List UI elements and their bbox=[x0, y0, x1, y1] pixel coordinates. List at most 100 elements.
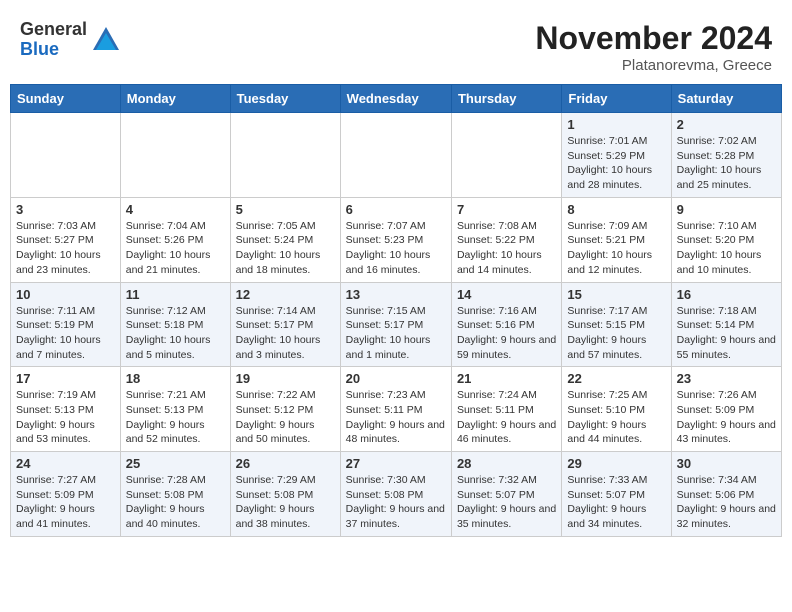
day-info: Sunrise: 7:04 AM Sunset: 5:26 PM Dayligh… bbox=[126, 219, 225, 278]
day-info: Sunrise: 7:27 AM Sunset: 5:09 PM Dayligh… bbox=[16, 473, 115, 532]
logo-general-text: General bbox=[20, 20, 87, 40]
day-number: 28 bbox=[457, 456, 556, 471]
day-info: Sunrise: 7:11 AM Sunset: 5:19 PM Dayligh… bbox=[16, 304, 115, 363]
day-info: Sunrise: 7:12 AM Sunset: 5:18 PM Dayligh… bbox=[126, 304, 225, 363]
weekday-header-tuesday: Tuesday bbox=[230, 85, 340, 113]
day-info: Sunrise: 7:26 AM Sunset: 5:09 PM Dayligh… bbox=[677, 388, 776, 447]
day-number: 10 bbox=[16, 287, 115, 302]
day-number: 12 bbox=[236, 287, 335, 302]
calendar-cell: 22 Sunrise: 7:25 AM Sunset: 5:10 PM Dayli… bbox=[562, 367, 671, 452]
calendar-week-row: 1 Sunrise: 7:01 AM Sunset: 5:29 PM Daylig… bbox=[11, 113, 782, 198]
day-number: 14 bbox=[457, 287, 556, 302]
calendar-table: SundayMondayTuesdayWednesdayThursdayFrid… bbox=[10, 84, 782, 537]
weekday-header-monday: Monday bbox=[120, 85, 230, 113]
page-header: General Blue November 2024 Platanorevma,… bbox=[10, 10, 782, 79]
calendar-cell: 1 Sunrise: 7:01 AM Sunset: 5:29 PM Daylig… bbox=[562, 113, 671, 198]
calendar-cell: 3 Sunrise: 7:03 AM Sunset: 5:27 PM Daylig… bbox=[11, 197, 121, 282]
day-info: Sunrise: 7:22 AM Sunset: 5:12 PM Dayligh… bbox=[236, 388, 335, 447]
calendar-cell: 23 Sunrise: 7:26 AM Sunset: 5:09 PM Dayli… bbox=[671, 367, 781, 452]
day-number: 17 bbox=[16, 371, 115, 386]
day-info: Sunrise: 7:03 AM Sunset: 5:27 PM Dayligh… bbox=[16, 219, 115, 278]
calendar-cell: 16Sunrise: 7:18 AM Sunset: 5:14 PM Dayli… bbox=[671, 282, 781, 367]
day-info: Sunrise: 7:10 AM Sunset: 5:20 PM Dayligh… bbox=[677, 219, 776, 278]
day-number: 8 bbox=[567, 202, 665, 217]
day-number: 9 bbox=[677, 202, 776, 217]
day-info: Sunrise: 7:21 AM Sunset: 5:13 PM Dayligh… bbox=[126, 388, 225, 447]
weekday-header-wednesday: Wednesday bbox=[340, 85, 451, 113]
calendar-cell bbox=[120, 113, 230, 198]
day-number: 18 bbox=[126, 371, 225, 386]
day-number: 19 bbox=[236, 371, 335, 386]
day-info: Sunrise: 7:18 AM Sunset: 5:14 PM Dayligh… bbox=[677, 304, 776, 363]
title-area: November 2024 Platanorevma, Greece bbox=[535, 20, 772, 74]
calendar-cell: 4 Sunrise: 7:04 AM Sunset: 5:26 PM Daylig… bbox=[120, 197, 230, 282]
calendar-cell: 30 Sunrise: 7:34 AM Sunset: 5:06 PM Dayli… bbox=[671, 452, 781, 537]
calendar-cell: 18 Sunrise: 7:21 AM Sunset: 5:13 PM Dayli… bbox=[120, 367, 230, 452]
day-number: 23 bbox=[677, 371, 776, 386]
calendar-cell bbox=[11, 113, 121, 198]
calendar-cell: 17 Sunrise: 7:19 AM Sunset: 5:13 PM Dayli… bbox=[11, 367, 121, 452]
day-number: 20 bbox=[346, 371, 446, 386]
day-number: 21 bbox=[457, 371, 556, 386]
day-number: 3 bbox=[16, 202, 115, 217]
day-info: Sunrise: 7:02 AM Sunset: 5:28 PM Dayligh… bbox=[677, 134, 776, 193]
calendar-cell: 28 Sunrise: 7:32 AM Sunset: 5:07 PM Dayli… bbox=[451, 452, 561, 537]
day-info: Sunrise: 7:07 AM Sunset: 5:23 PM Dayligh… bbox=[346, 219, 446, 278]
calendar-cell bbox=[451, 113, 561, 198]
calendar-cell: 13 Sunrise: 7:15 AM Sunset: 5:17 PM Dayli… bbox=[340, 282, 451, 367]
day-info: Sunrise: 7:33 AM Sunset: 5:07 PM Dayligh… bbox=[567, 473, 665, 532]
calendar-cell bbox=[340, 113, 451, 198]
day-info: Sunrise: 7:05 AM Sunset: 5:24 PM Dayligh… bbox=[236, 219, 335, 278]
calendar-cell: 21 Sunrise: 7:24 AM Sunset: 5:11 PM Dayli… bbox=[451, 367, 561, 452]
calendar-cell: 9 Sunrise: 7:10 AM Sunset: 5:20 PM Daylig… bbox=[671, 197, 781, 282]
day-info: Sunrise: 7:01 AM Sunset: 5:29 PM Dayligh… bbox=[567, 134, 665, 193]
calendar-cell: 14Sunrise: 7:16 AM Sunset: 5:16 PM Dayli… bbox=[451, 282, 561, 367]
logo-blue-text: Blue bbox=[20, 40, 87, 60]
day-info: Sunrise: 7:15 AM Sunset: 5:17 PM Dayligh… bbox=[346, 304, 446, 363]
day-number: 27 bbox=[346, 456, 446, 471]
calendar-cell: 12 Sunrise: 7:14 AM Sunset: 5:17 PM Dayli… bbox=[230, 282, 340, 367]
location: Platanorevma, Greece bbox=[535, 57, 772, 74]
day-number: 24 bbox=[16, 456, 115, 471]
calendar-cell: 26Sunrise: 7:29 AM Sunset: 5:08 PM Dayli… bbox=[230, 452, 340, 537]
day-info: Sunrise: 7:34 AM Sunset: 5:06 PM Dayligh… bbox=[677, 473, 776, 532]
day-info: Sunrise: 7:24 AM Sunset: 5:11 PM Dayligh… bbox=[457, 388, 556, 447]
calendar-cell: 25 Sunrise: 7:28 AM Sunset: 5:08 PM Dayli… bbox=[120, 452, 230, 537]
calendar-week-row: 3 Sunrise: 7:03 AM Sunset: 5:27 PM Daylig… bbox=[11, 197, 782, 282]
day-number: 25 bbox=[126, 456, 225, 471]
day-info: Sunrise: 7:14 AM Sunset: 5:17 PM Dayligh… bbox=[236, 304, 335, 363]
day-number: 30 bbox=[677, 456, 776, 471]
day-info: Sunrise: 7:29 AM Sunset: 5:08 PM Dayligh… bbox=[236, 473, 335, 532]
day-info: Sunrise: 7:25 AM Sunset: 5:10 PM Dayligh… bbox=[567, 388, 665, 447]
logo: General Blue bbox=[20, 20, 121, 60]
day-number: 1 bbox=[567, 117, 665, 132]
day-info: Sunrise: 7:28 AM Sunset: 5:08 PM Dayligh… bbox=[126, 473, 225, 532]
calendar-cell: 24 Sunrise: 7:27 AM Sunset: 5:09 PM Dayli… bbox=[11, 452, 121, 537]
day-number: 5 bbox=[236, 202, 335, 217]
calendar-week-row: 10 Sunrise: 7:11 AM Sunset: 5:19 PM Dayli… bbox=[11, 282, 782, 367]
calendar-cell: 11Sunrise: 7:12 AM Sunset: 5:18 PM Dayli… bbox=[120, 282, 230, 367]
day-number: 22 bbox=[567, 371, 665, 386]
calendar-cell: 10 Sunrise: 7:11 AM Sunset: 5:19 PM Dayli… bbox=[11, 282, 121, 367]
calendar-cell: 6Sunrise: 7:07 AM Sunset: 5:23 PM Daylig… bbox=[340, 197, 451, 282]
calendar-week-row: 17 Sunrise: 7:19 AM Sunset: 5:13 PM Dayli… bbox=[11, 367, 782, 452]
calendar-cell: 15Sunrise: 7:17 AM Sunset: 5:15 PM Dayli… bbox=[562, 282, 671, 367]
day-number: 4 bbox=[126, 202, 225, 217]
day-info: Sunrise: 7:17 AM Sunset: 5:15 PM Dayligh… bbox=[567, 304, 665, 363]
weekday-header-thursday: Thursday bbox=[451, 85, 561, 113]
calendar-cell bbox=[230, 113, 340, 198]
calendar-week-row: 24 Sunrise: 7:27 AM Sunset: 5:09 PM Dayli… bbox=[11, 452, 782, 537]
day-number: 13 bbox=[346, 287, 446, 302]
calendar-cell: 27 Sunrise: 7:30 AM Sunset: 5:08 PM Dayli… bbox=[340, 452, 451, 537]
calendar-cell: 5 Sunrise: 7:05 AM Sunset: 5:24 PM Daylig… bbox=[230, 197, 340, 282]
calendar-cell: 19 Sunrise: 7:22 AM Sunset: 5:12 PM Dayli… bbox=[230, 367, 340, 452]
calendar-cell: 7Sunrise: 7:08 AM Sunset: 5:22 PM Daylig… bbox=[451, 197, 561, 282]
calendar-cell: 8Sunrise: 7:09 AM Sunset: 5:21 PM Daylig… bbox=[562, 197, 671, 282]
day-info: Sunrise: 7:32 AM Sunset: 5:07 PM Dayligh… bbox=[457, 473, 556, 532]
day-info: Sunrise: 7:08 AM Sunset: 5:22 PM Dayligh… bbox=[457, 219, 556, 278]
day-info: Sunrise: 7:19 AM Sunset: 5:13 PM Dayligh… bbox=[16, 388, 115, 447]
day-number: 29 bbox=[567, 456, 665, 471]
logo-icon bbox=[91, 25, 121, 55]
day-info: Sunrise: 7:30 AM Sunset: 5:08 PM Dayligh… bbox=[346, 473, 446, 532]
day-info: Sunrise: 7:23 AM Sunset: 5:11 PM Dayligh… bbox=[346, 388, 446, 447]
